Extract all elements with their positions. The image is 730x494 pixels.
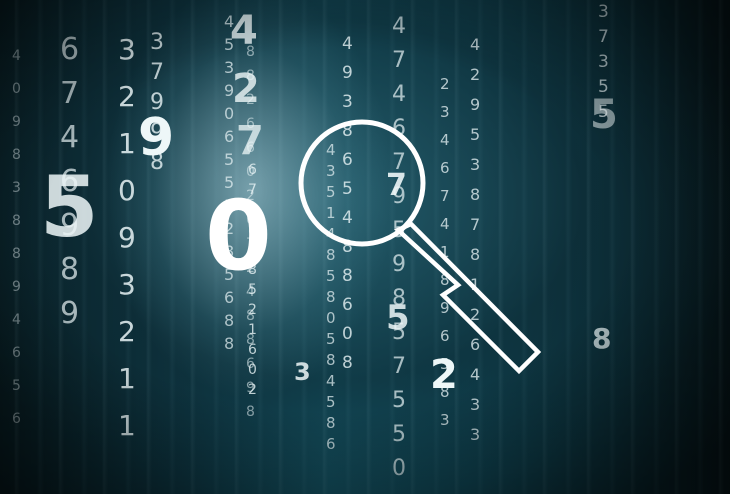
matrix-code-background: 6746989 321093211 37998 453906555285688 … bbox=[0, 0, 730, 494]
magnifying-glass-icon bbox=[298, 119, 542, 375]
